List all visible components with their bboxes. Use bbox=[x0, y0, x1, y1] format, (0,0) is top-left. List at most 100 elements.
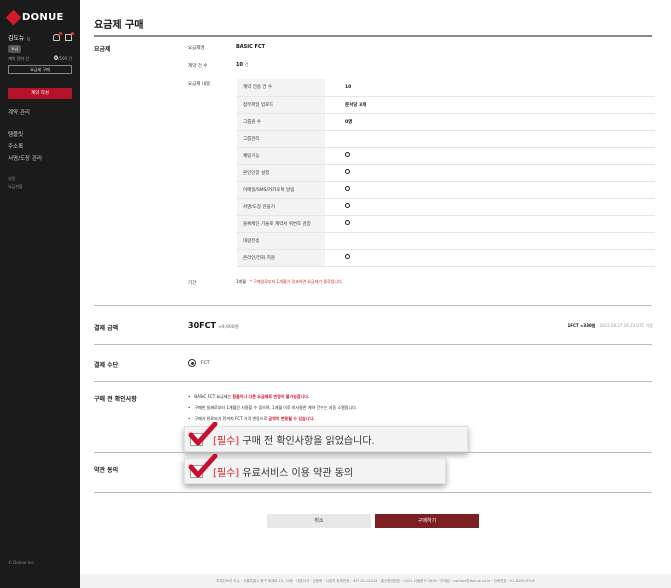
cancel-button[interactable]: 취소 bbox=[267, 514, 371, 528]
amount-won: ≈9,900원 bbox=[217, 325, 239, 330]
user-name[interactable]: 김도뉴 님 bbox=[8, 33, 30, 42]
contract-count-unit: 건 bbox=[244, 62, 249, 67]
notice-item: BASIC FCT 요금제는 환불이나 다른 요금제로 변경이 불가능합니다. bbox=[188, 394, 357, 405]
plan-content-row: 서명/도장 만들기 bbox=[237, 198, 655, 216]
credit-value: 0/500 건 bbox=[54, 55, 72, 62]
plan-content-row: 대량전송 bbox=[237, 232, 655, 250]
plan-content-value: 문서당 3개 bbox=[325, 96, 655, 114]
amount-fct: 30FCT bbox=[188, 321, 216, 330]
bell-icon[interactable] bbox=[53, 32, 62, 41]
confirm-checkbox[interactable] bbox=[188, 421, 218, 446]
plan-content-value bbox=[325, 181, 655, 199]
nav-address-book[interactable]: 주소록 bbox=[8, 142, 23, 150]
period-label: 기간 bbox=[188, 281, 197, 286]
contract-count-label: 계약 건 수 bbox=[188, 64, 208, 69]
plan-content-value bbox=[325, 147, 655, 165]
nav-billing[interactable]: 요금현황 bbox=[8, 184, 23, 190]
plan-content-value bbox=[325, 164, 655, 182]
plan-content-key: 채팅기능 bbox=[237, 147, 325, 165]
plan-content-value: 0명 bbox=[325, 113, 655, 131]
plan-content-row: 그룹원 수 0명 bbox=[237, 113, 655, 131]
plan-name-label: 요금제명 bbox=[188, 46, 205, 51]
terms-text: 유료서비스 이용 약관 동의 bbox=[239, 467, 354, 479]
plan-buy-button[interactable]: 요금제 구매 bbox=[8, 65, 72, 74]
period-warning: * 구매일로부터 1개월이 경과하면 요금제가 종료됩니다. bbox=[249, 279, 344, 284]
plan-content-value bbox=[325, 198, 655, 216]
included-circle-icon bbox=[345, 186, 350, 191]
plan-content-key: 이메일/SMS/카카오톡 알림 bbox=[237, 181, 325, 199]
rate-value: 1FCT ≈330원 bbox=[567, 323, 596, 328]
plan-content-row: 채팅기능 bbox=[237, 147, 655, 165]
check-icon bbox=[188, 421, 218, 445]
included-circle-icon bbox=[345, 254, 350, 259]
credit-total: /500 건 bbox=[58, 56, 72, 61]
nav-sign-stamp[interactable]: 서명/도장 관리 bbox=[8, 154, 42, 162]
user-row: 김도뉴 님 bbox=[8, 32, 74, 42]
plan-content-row: 블록체인 기술로 계약서 위변조 검증 bbox=[237, 215, 655, 233]
plan-name-value: BASIC FCT bbox=[236, 44, 266, 50]
divider bbox=[94, 452, 652, 453]
buy-button[interactable]: 구매하기 bbox=[375, 514, 479, 528]
credit-row: 계약 잔여 건 0/500 건 bbox=[8, 55, 72, 62]
plan-content-table: 계약 전송 건 수 10 첨부파일 업로드 문서당 3개 그룹원 수 0명 그룹관리 채팅기능… bbox=[237, 79, 655, 267]
page-title: 요금제 구매 bbox=[94, 20, 144, 31]
terms-checkbox[interactable] bbox=[188, 453, 218, 478]
plan-content-row: 계약 전송 건 수 10 bbox=[237, 79, 655, 97]
plan-badge: 요금 bbox=[8, 45, 22, 53]
included-circle-icon bbox=[345, 169, 350, 174]
divider bbox=[94, 35, 652, 37]
credit-label: 계약 잔여 건 bbox=[8, 56, 29, 61]
payment-amount: 30FCT ≈9,900원 bbox=[188, 321, 239, 330]
plan-content-key: 본인인증 설정 bbox=[237, 164, 325, 182]
notice-section-title: 구매 전 확인사항 bbox=[94, 396, 137, 403]
plan-content-row: 본인인증 설정 bbox=[237, 164, 655, 182]
notice-highlight: 환불이나 다른 요금제로 변경이 불가능합니다. bbox=[232, 394, 310, 399]
contract-count-number: 10 bbox=[236, 62, 243, 68]
nav-templates[interactable]: 템플릿 bbox=[8, 130, 23, 138]
divider bbox=[94, 381, 652, 382]
copyright: © Donue Inc. bbox=[8, 560, 35, 565]
confirm-label: [필수] 구매 전 확인사항을 읽었습니다. bbox=[213, 432, 375, 447]
user-suffix: 님 bbox=[26, 36, 31, 41]
payment-method-radio[interactable]: FCT bbox=[188, 359, 209, 367]
nav-settings[interactable]: 설정 bbox=[8, 176, 15, 182]
plan-content-row: 첨부파일 업로드 문서당 3개 bbox=[237, 96, 655, 114]
plan-content-key: 온라인/전화 지원 bbox=[237, 249, 325, 267]
plan-content-value bbox=[325, 215, 655, 233]
user-name-text: 김도뉴 bbox=[8, 35, 25, 42]
logo[interactable]: DONUE bbox=[5, 9, 64, 26]
plan-content-key: 계약 전송 건 수 bbox=[237, 79, 325, 97]
payment-section-title: 결제 금액 bbox=[94, 325, 119, 332]
write-contract-button[interactable]: 계약 작성 bbox=[8, 88, 72, 99]
plan-content-label: 요금제 내용 bbox=[188, 82, 211, 87]
notice-text: 구매한 날짜로부터 1개월간 사용할 수 있으며, 1개월 이후 미사용한 계약… bbox=[194, 405, 358, 410]
check-icon bbox=[188, 453, 218, 477]
radio-selected-icon[interactable] bbox=[188, 359, 196, 367]
plan-content-row: 그룹관리 bbox=[237, 130, 655, 148]
plan-content-row: 온라인/전화 지원 bbox=[237, 249, 655, 267]
plan-content-key: 대량전송 bbox=[237, 232, 325, 250]
exchange-rate: 1FCT ≈330원 2022.08.27 16:23 UTC 기준 bbox=[567, 323, 653, 329]
nav-contract-manage[interactable]: 계약 관리 bbox=[8, 108, 30, 116]
included-circle-icon bbox=[345, 220, 350, 225]
method-section-title: 결제 수단 bbox=[94, 362, 119, 369]
mail-icon[interactable] bbox=[65, 32, 74, 41]
plan-content-key: 첨부파일 업로드 bbox=[237, 96, 325, 114]
terms-label: [필수] 유료서비스 이용 약관 동의 bbox=[213, 464, 353, 479]
plan-content-key: 그룹관리 bbox=[237, 130, 325, 148]
included-circle-icon bbox=[345, 152, 350, 157]
plan-content-key: 서명/도장 만들기 bbox=[237, 198, 325, 216]
included-circle-icon bbox=[345, 203, 350, 208]
footer: 투체인브라 도뉴 · 서울특별시 중구 퇴계로 10, 14층 · 대표이사 :… bbox=[80, 574, 671, 588]
period-value: 1개월 bbox=[236, 279, 246, 284]
contract-count-value: 10 건 bbox=[236, 62, 248, 68]
plan-content-key: 그룹원 수 bbox=[237, 113, 325, 131]
plan-content-value bbox=[325, 232, 655, 250]
logo-mark-icon bbox=[5, 9, 22, 26]
rate-time: 2022.08.27 16:23 UTC 기준 bbox=[599, 323, 653, 328]
notice-text: BASIC FCT 요금제는 bbox=[194, 394, 233, 399]
terms-section-title: 약관 동의 bbox=[94, 467, 119, 474]
terms-checkbox-row[interactable]: [필수] 유료서비스 이용 약관 동의 bbox=[184, 453, 446, 484]
payment-method-label: FCT bbox=[201, 360, 210, 366]
confirm-checkbox-row[interactable]: [필수] 구매 전 확인사항을 읽었습니다. bbox=[184, 421, 468, 452]
